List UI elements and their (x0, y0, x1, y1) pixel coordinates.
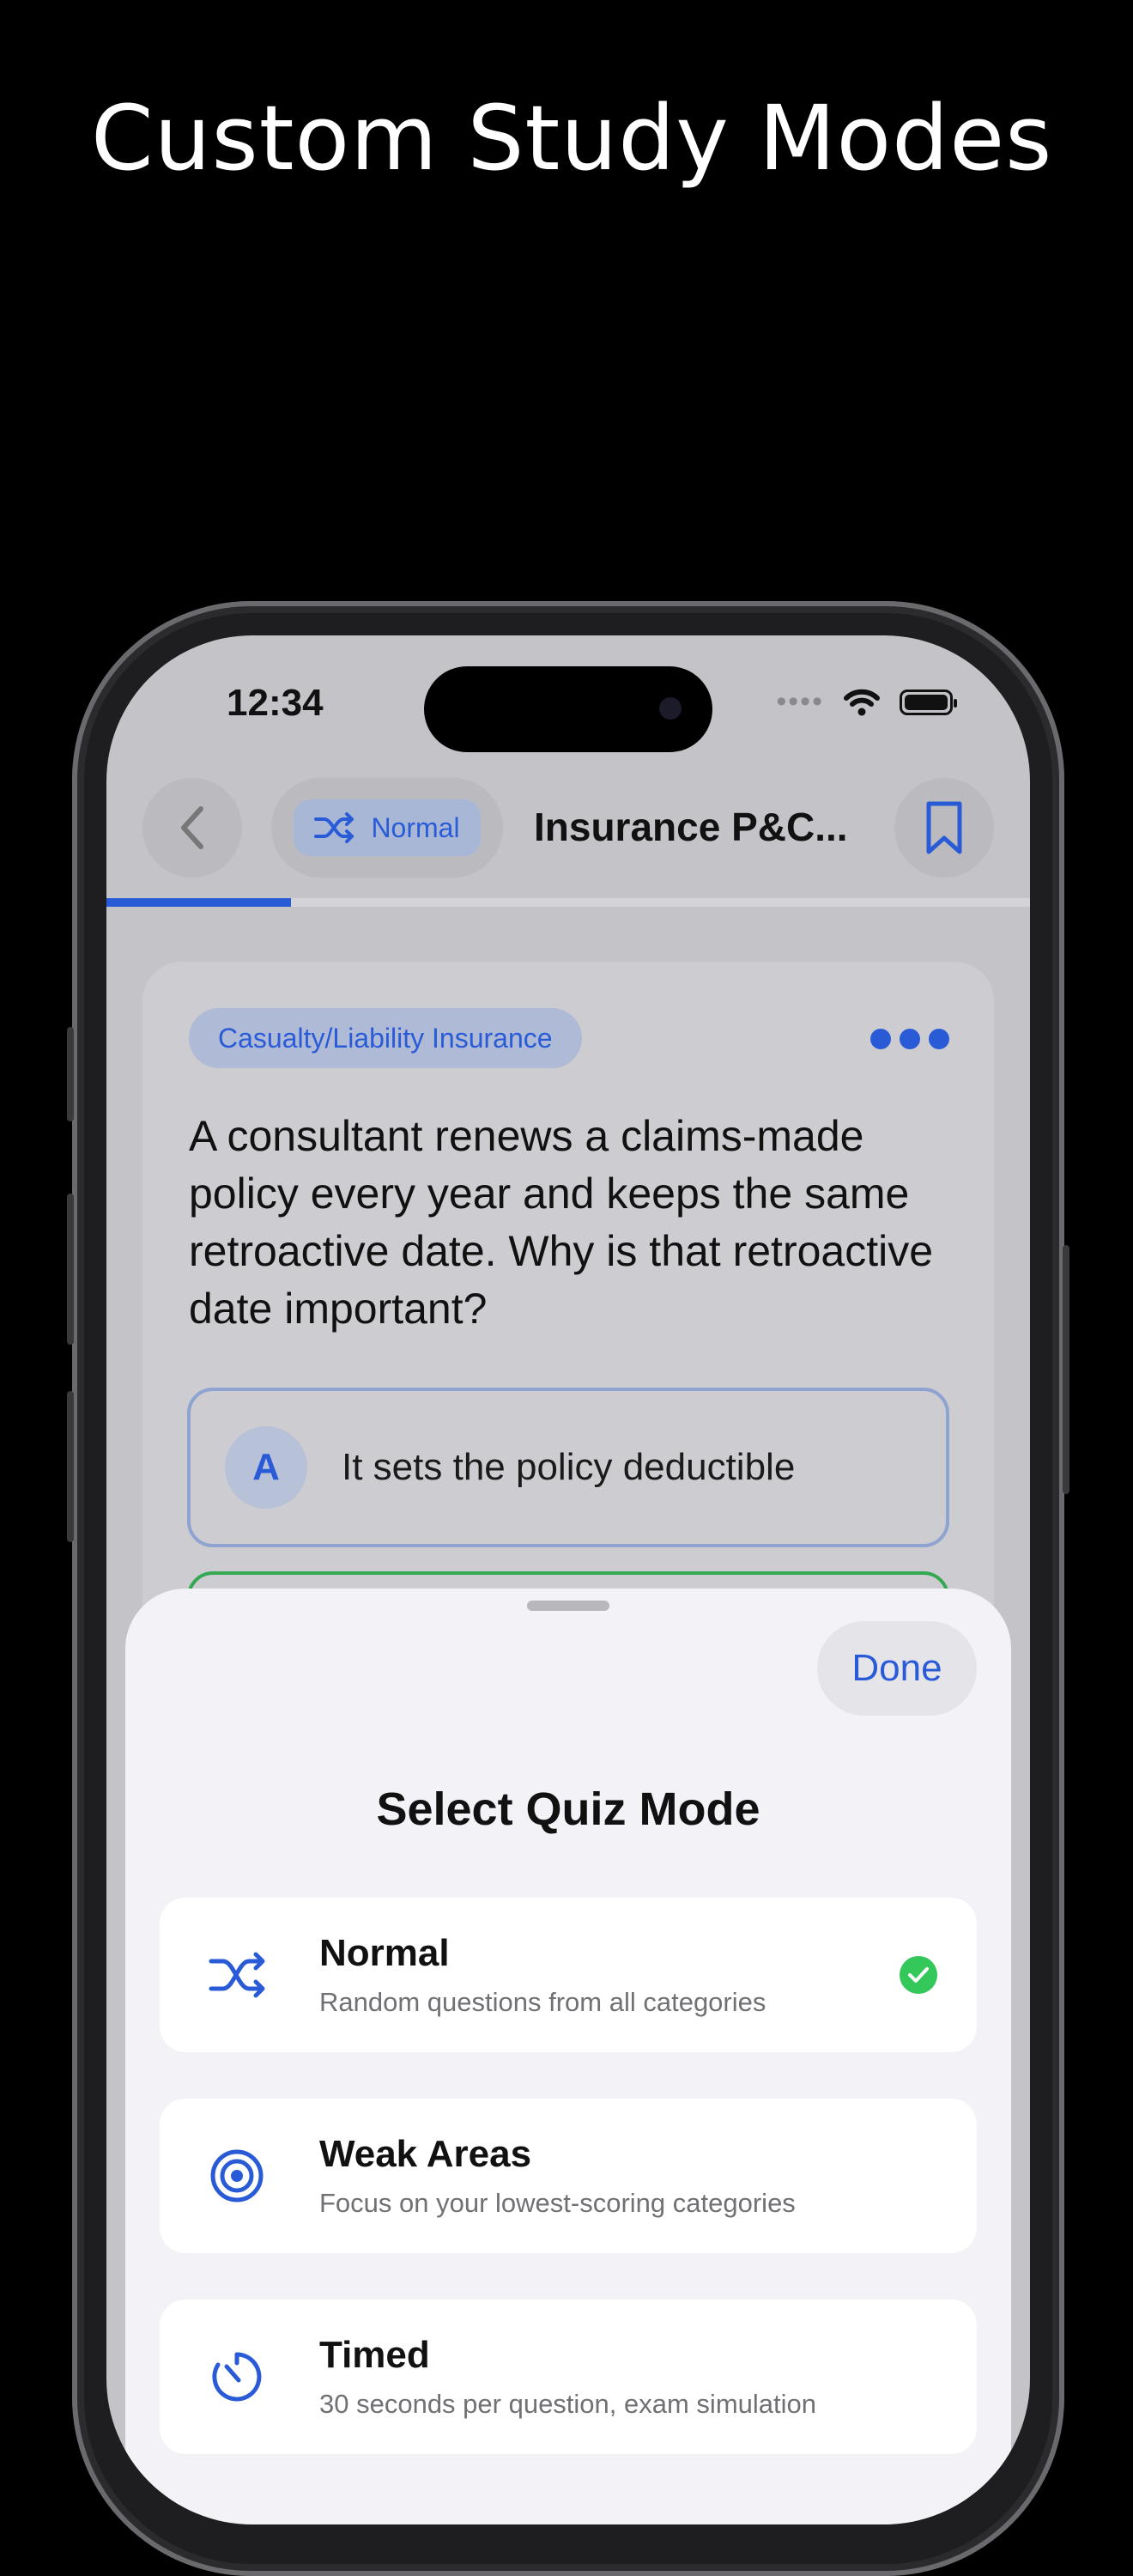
mode-name: Weak Areas (319, 2133, 532, 2175)
question-text: A consultant renews a claims-made policy… (189, 1112, 934, 1333)
back-button[interactable] (142, 778, 242, 878)
mode-description: 30 seconds per question, exam simulation (319, 2389, 816, 2419)
battery-icon (900, 689, 957, 715)
shuffle-icon (209, 1952, 265, 1998)
wifi-icon (844, 689, 880, 715)
status-time: 12:34 (227, 682, 324, 724)
mode-description: Focus on your lowest-scoring categories (319, 2188, 796, 2218)
category-badge: Casualty/Liability Insurance (189, 1008, 582, 1068)
mode-name: Normal (319, 1932, 450, 1974)
shuffle-icon (314, 812, 354, 843)
sheet-grabber[interactable] (527, 1601, 609, 1611)
volume-up-button (67, 1194, 74, 1345)
timer-icon (212, 2352, 262, 2402)
mode-option-normal[interactable]: Normal Random questions from all categor… (160, 1898, 977, 2052)
mode-option-timed[interactable]: Timed 30 seconds per question, exam simu… (160, 2300, 977, 2454)
bookmark-icon (926, 801, 962, 854)
status-icons: •••• (776, 685, 957, 719)
quiz-mode-chip: Normal (294, 799, 481, 856)
action-button (67, 1027, 74, 1121)
progress-bar (106, 898, 1030, 907)
checkmark-icon (900, 1956, 937, 1994)
answer-text: It sets the policy deductible (342, 1446, 796, 1488)
sheet-title: Select Quiz Mode (376, 1783, 760, 1835)
headline: Custom Study Modes (91, 86, 1053, 191)
power-button (1063, 1245, 1069, 1494)
camera-icon (659, 697, 682, 720)
phone-screen: 12:34 •••• Normal Insurance P&C... Casua… (106, 635, 1030, 2524)
dynamic-island (424, 666, 712, 752)
quiz-title: Insurance P&C... (534, 805, 848, 849)
chevron-left-icon (181, 806, 203, 849)
bookmark-button[interactable] (894, 778, 994, 878)
progress-fill (106, 898, 292, 907)
mode-option-weak-areas[interactable]: Weak Areas Focus on your lowest-scoring … (160, 2099, 977, 2253)
mode-description: Random questions from all categories (319, 1987, 766, 2017)
cellular-icon: •••• (776, 685, 824, 718)
target-icon (210, 2149, 264, 2202)
volume-down-button (67, 1391, 74, 1542)
answer-option-a[interactable]: A It sets the policy deductible (187, 1388, 949, 1547)
answer-letter: A (225, 1426, 307, 1509)
quiz-mode-button[interactable]: Normal (271, 778, 503, 878)
mode-name: Timed (319, 2334, 430, 2376)
quiz-mode-sheet: Done Select Quiz Mode Normal Random ques… (125, 1589, 1011, 2524)
done-button[interactable]: Done (817, 1621, 977, 1716)
more-options-icon[interactable] (870, 1029, 949, 1049)
quiz-mode-label: Normal (371, 811, 460, 843)
